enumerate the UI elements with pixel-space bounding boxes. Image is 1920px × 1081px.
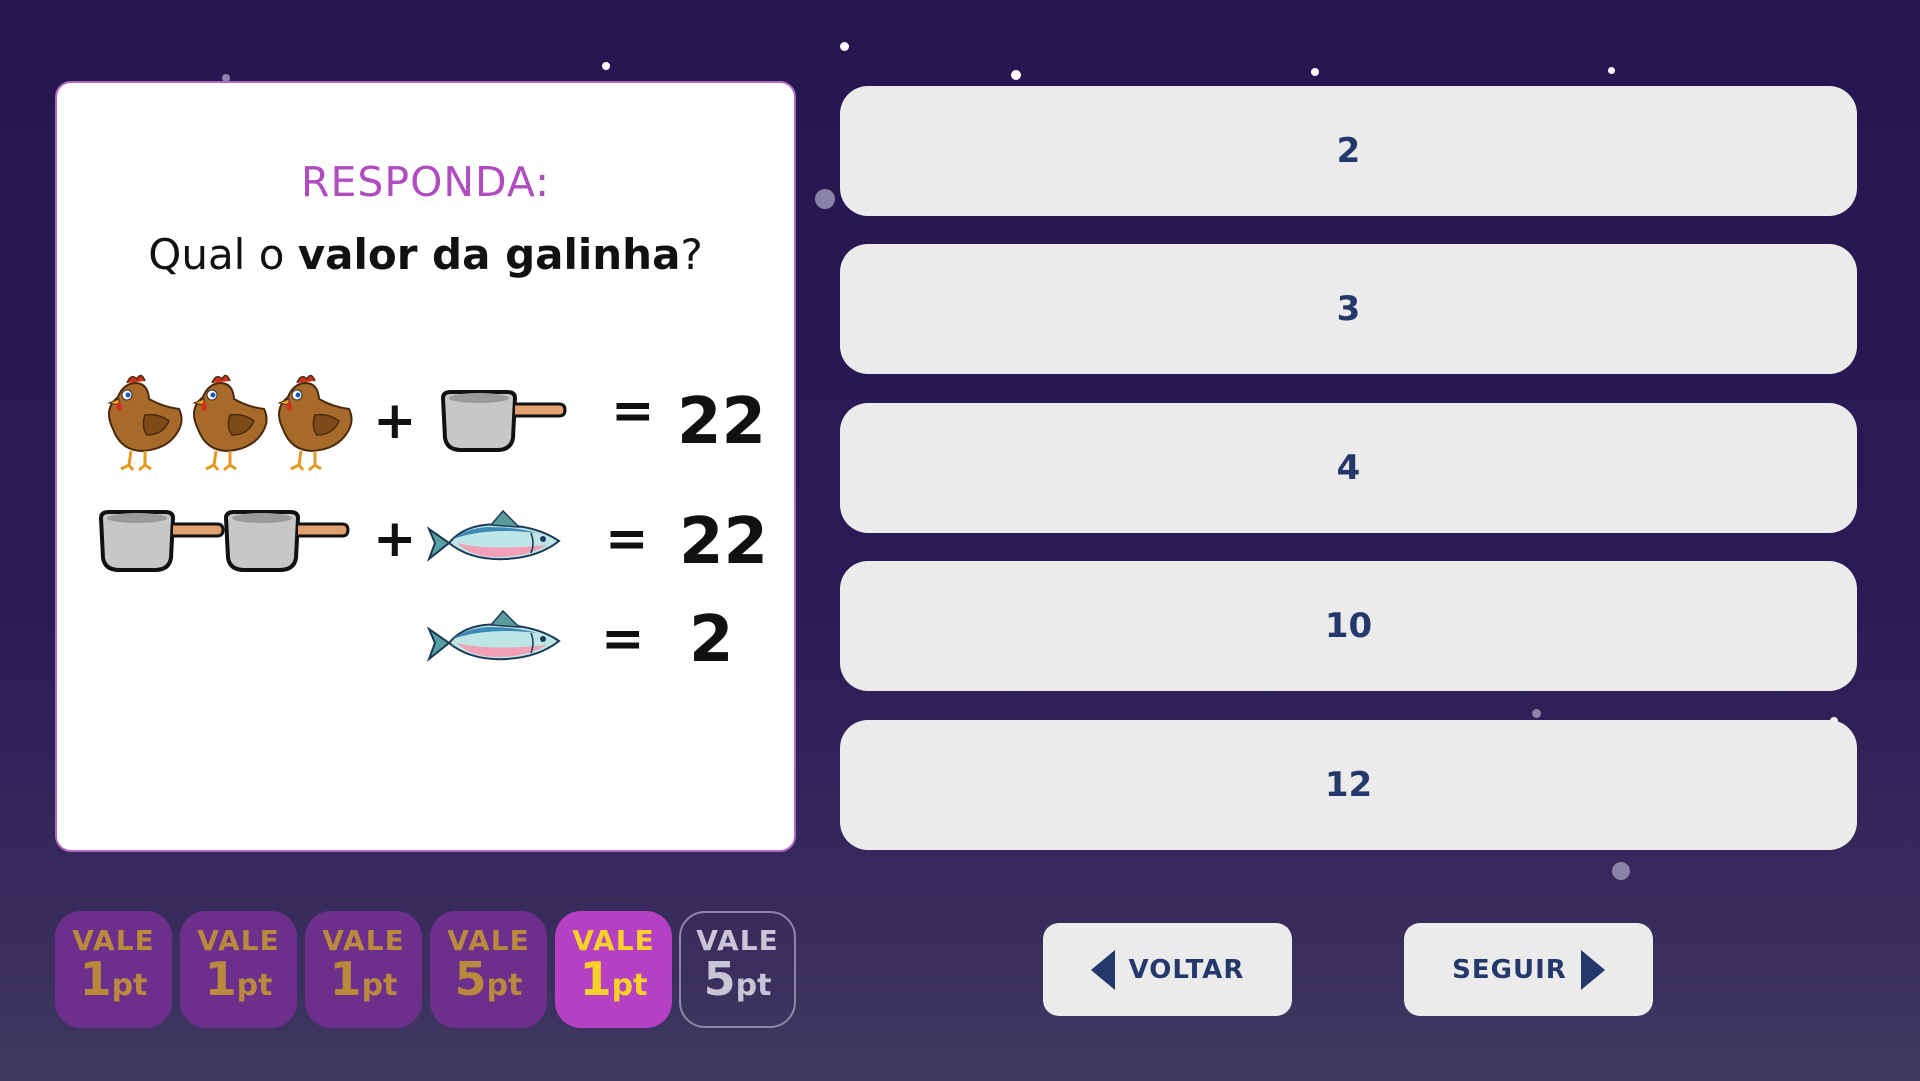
equation-result: 22 — [677, 385, 767, 459]
badge-value: 5 — [703, 952, 736, 1006]
star — [1532, 709, 1541, 718]
badge-unit: pt — [735, 968, 772, 1003]
question-text: Qual o valor da galinha? — [57, 230, 794, 279]
chicken-icon — [107, 373, 184, 472]
answer-option-4[interactable]: 10 — [840, 561, 1857, 691]
badge-value: 5 — [454, 952, 487, 1006]
chicken-icon — [192, 373, 269, 472]
answer-option-5[interactable]: 12 — [840, 720, 1857, 850]
pot-icon — [99, 510, 225, 572]
prompt-label: RESPONDA: — [300, 158, 551, 206]
equation-row-2: + = 22 — [57, 483, 798, 593]
equals-sign: = — [605, 509, 649, 569]
points-badge-4: VALE 5pt — [430, 911, 547, 1028]
pot-icon — [224, 510, 350, 572]
equation-row-3: = 2 — [57, 593, 798, 693]
badge-unit: pt — [361, 968, 398, 1003]
badge-value: 1 — [329, 952, 362, 1006]
back-button[interactable]: VOLTAR — [1043, 923, 1292, 1016]
question-text-start: Qual o — [148, 230, 298, 279]
points-badge-3: VALE 1pt — [305, 911, 422, 1028]
points-badge-5-current: VALE 1pt — [555, 911, 672, 1028]
arrow-left-icon — [1090, 949, 1115, 990]
badge-unit: pt — [611, 968, 648, 1003]
star — [1608, 67, 1615, 74]
badge-value: 1 — [579, 952, 612, 1006]
star — [602, 62, 610, 70]
star — [1612, 862, 1630, 880]
fish-icon — [428, 610, 560, 661]
pot-icon — [441, 390, 567, 452]
back-button-label: VOLTAR — [1128, 954, 1245, 985]
answer-option-3[interactable]: 4 — [840, 403, 1857, 533]
points-badge-2: VALE 1pt — [180, 911, 297, 1028]
star — [1311, 68, 1319, 76]
star — [840, 42, 849, 51]
question-card: RESPONDA: Qual o valor da galinha? + = 2… — [55, 81, 796, 852]
badge-value: 1 — [79, 952, 112, 1006]
plus-sign: + — [373, 509, 417, 569]
question-text-end: ? — [680, 230, 703, 279]
points-badge-6: VALE 5pt — [679, 911, 796, 1028]
star — [1011, 70, 1021, 80]
badge-value: 1 — [204, 952, 237, 1006]
points-badge-1: VALE 1pt — [55, 911, 172, 1028]
badge-unit: pt — [486, 968, 523, 1003]
arrow-right-icon — [1580, 949, 1605, 990]
equals-sign: = — [611, 381, 655, 441]
equals-sign: = — [601, 609, 645, 669]
next-button[interactable]: SEGUIR — [1404, 923, 1653, 1016]
fish-icon — [428, 510, 560, 561]
equation-row-1: + = 22 — [57, 363, 798, 483]
badge-unit: pt — [111, 968, 148, 1003]
plus-sign: + — [373, 391, 417, 451]
answer-option-2[interactable]: 3 — [840, 244, 1857, 374]
answer-option-1[interactable]: 2 — [840, 86, 1857, 216]
next-button-label: SEGUIR — [1452, 954, 1567, 985]
chicken-icon — [277, 373, 354, 472]
equation-result: 22 — [679, 505, 769, 579]
star — [815, 189, 835, 209]
equation-result: 2 — [689, 603, 734, 677]
badge-unit: pt — [236, 968, 273, 1003]
question-text-bold: valor da galinha — [297, 230, 681, 279]
